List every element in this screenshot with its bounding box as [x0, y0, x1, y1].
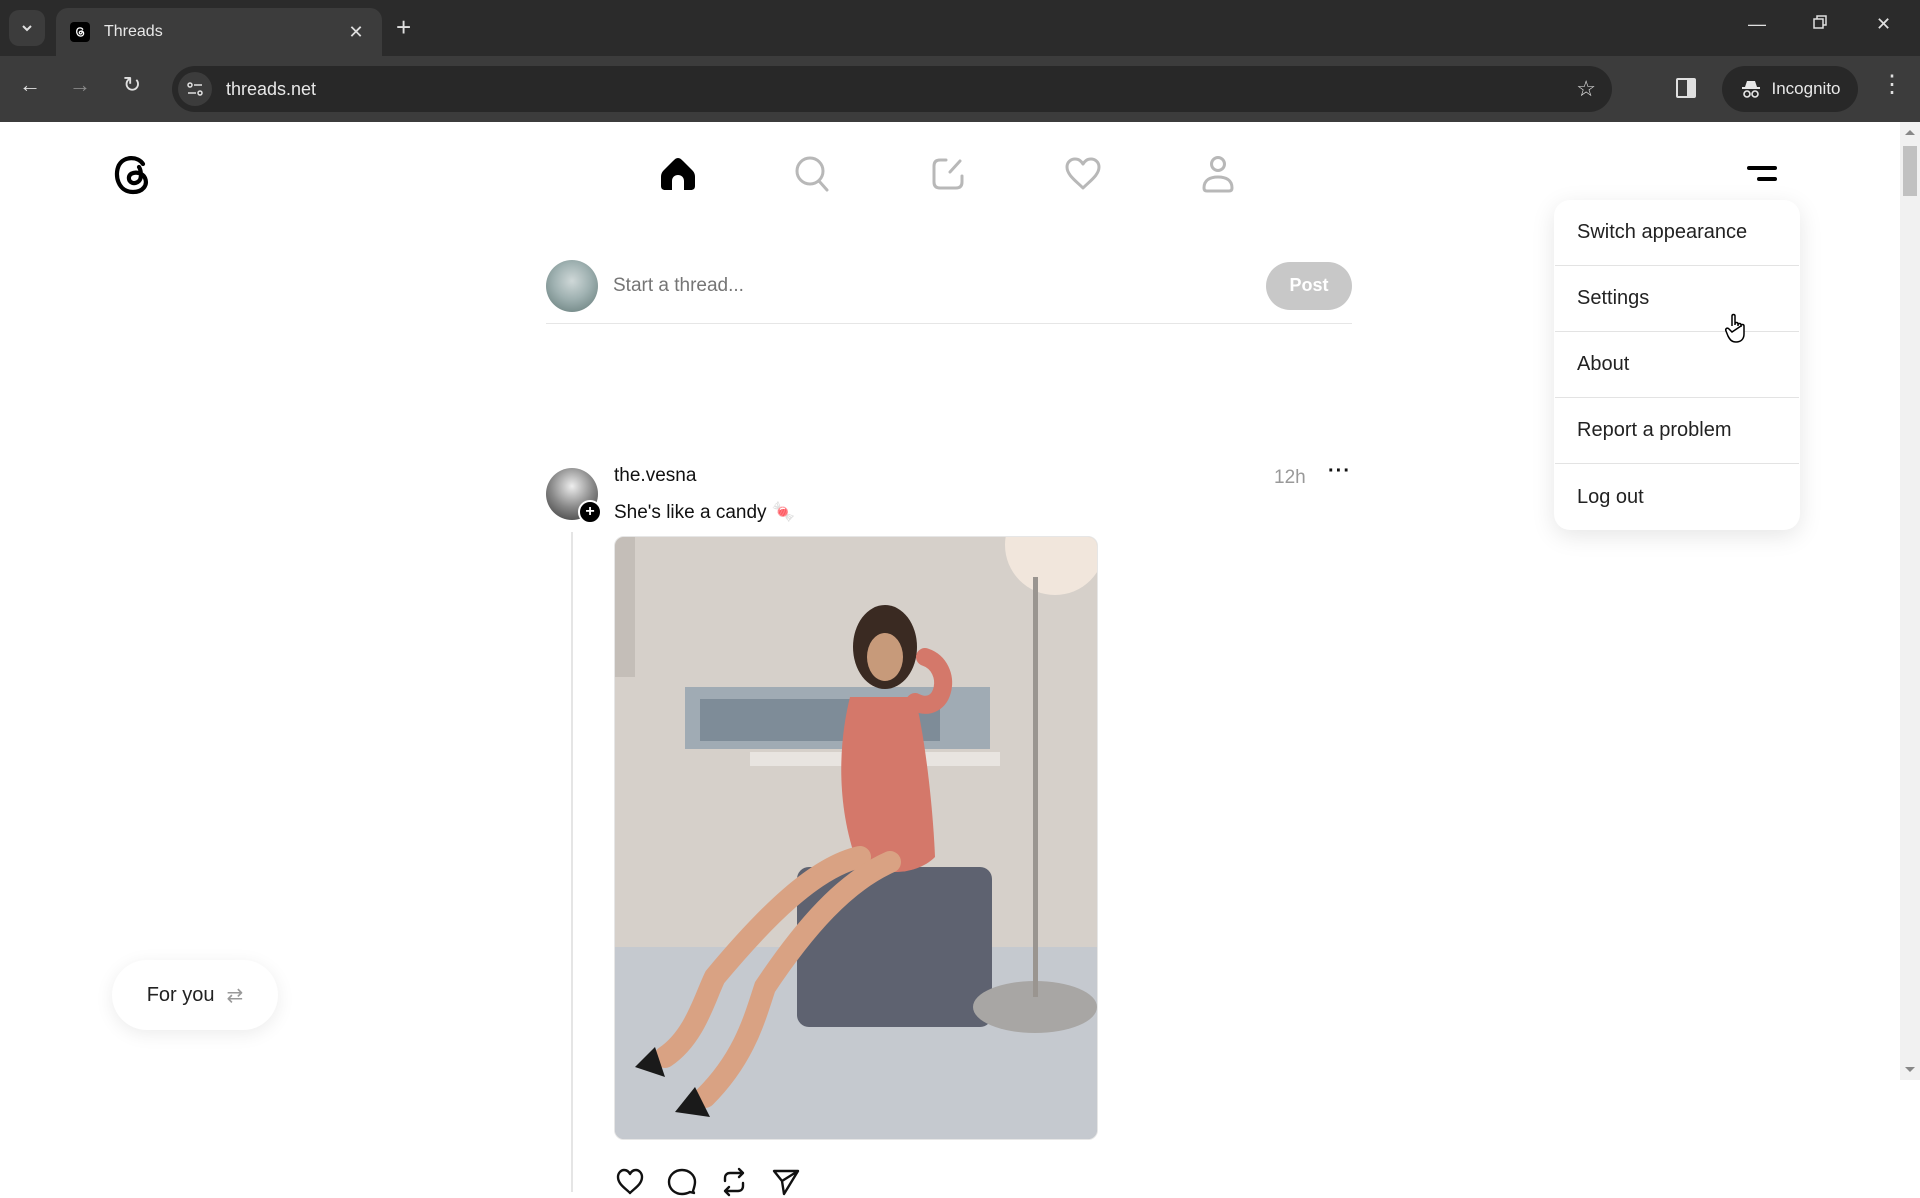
tab-close-icon[interactable]: ✕	[344, 22, 368, 43]
post-actions	[614, 1166, 802, 1198]
minimize-icon[interactable]: —	[1748, 14, 1766, 35]
incognito-label: Incognito	[1771, 79, 1841, 98]
forward-arrow-icon[interactable]: →	[64, 72, 96, 98]
post-timestamp: 12h	[1274, 467, 1306, 488]
post-text: She's like a candy 🍬	[614, 502, 796, 523]
tab-search-button[interactable]	[9, 10, 45, 46]
scroll-up-arrow-icon[interactable]	[1905, 130, 1915, 135]
share-send-icon[interactable]	[770, 1166, 802, 1198]
browser-toolbar: ← → ↻ threads.net ☆ Incognito ⋮	[0, 56, 1920, 122]
side-panel-icon[interactable]	[1676, 78, 1696, 98]
url-text[interactable]: threads.net	[226, 79, 1576, 100]
bookmark-star-icon[interactable]: ☆	[1576, 76, 1596, 102]
nav-create-icon[interactable]	[926, 152, 970, 196]
tab-title: Threads	[104, 23, 163, 40]
threads-page: Post + the.vesna She's like a candy 🍬 12…	[0, 122, 1900, 1197]
new-tab-button[interactable]: +	[396, 14, 411, 40]
thread-composer: Post	[546, 248, 1352, 324]
incognito-icon	[1741, 81, 1760, 98]
site-info-icon[interactable]	[178, 72, 212, 106]
repost-icon[interactable]	[718, 1166, 750, 1198]
current-user-avatar[interactable]	[546, 259, 598, 312]
settings-dropdown-menu: Switch appearance Settings About Report …	[1554, 200, 1800, 530]
feed-toggle-for-you[interactable]: For you ⇄	[112, 960, 278, 1030]
back-arrow-icon[interactable]: ←	[14, 72, 46, 98]
swap-arrows-icon: ⇄	[226, 984, 244, 1007]
menu-item-switch-appearance[interactable]: Switch appearance	[1555, 200, 1799, 266]
browser-tab-strip: Threads ✕ + — ✕	[0, 0, 1920, 56]
post-more-icon[interactable]: ···	[1328, 460, 1351, 483]
feed-toggle-label: For you	[146, 983, 215, 1006]
scrollbar-thumb[interactable]	[1903, 146, 1917, 196]
reload-icon[interactable]: ↻	[116, 72, 148, 98]
menu-hamburger-icon[interactable]	[1744, 162, 1780, 186]
nav-profile-icon[interactable]	[1196, 152, 1240, 196]
threads-logo-icon[interactable]	[110, 152, 154, 198]
threads-favicon-icon	[70, 22, 90, 42]
browser-tab-threads[interactable]: Threads ✕	[56, 8, 382, 56]
nav-activity-heart-icon[interactable]	[1061, 152, 1105, 196]
comment-bubble-icon[interactable]	[666, 1166, 698, 1198]
menu-item-report-problem[interactable]: Report a problem	[1555, 398, 1799, 464]
post-photo-illustration	[615, 537, 1097, 1139]
browser-menu-icon[interactable]: ⋮	[1880, 70, 1904, 99]
nav-home-icon[interactable]	[656, 152, 700, 196]
follow-plus-icon[interactable]: +	[578, 500, 602, 524]
hand-pointer-cursor-icon	[1724, 312, 1750, 352]
menu-item-settings[interactable]: Settings	[1555, 266, 1799, 332]
post-username[interactable]: the.vesna	[614, 465, 696, 487]
start-thread-input[interactable]	[613, 274, 1266, 297]
post-image[interactable]	[614, 536, 1098, 1140]
scroll-down-arrow-icon[interactable]	[1905, 1067, 1915, 1072]
incognito-badge[interactable]: Incognito	[1722, 66, 1858, 112]
close-window-icon[interactable]: ✕	[1876, 14, 1891, 35]
thread-line	[571, 532, 573, 1192]
restore-icon[interactable]	[1812, 14, 1828, 35]
menu-item-log-out[interactable]: Log out	[1555, 464, 1799, 530]
address-bar[interactable]: threads.net ☆	[172, 66, 1612, 112]
menu-item-about[interactable]: About	[1555, 332, 1799, 398]
like-heart-icon[interactable]	[614, 1166, 646, 1198]
chevron-down-icon	[22, 25, 32, 32]
nav-search-icon[interactable]	[791, 152, 835, 196]
post-button[interactable]: Post	[1266, 261, 1352, 310]
page-scrollbar[interactable]	[1900, 122, 1920, 1080]
